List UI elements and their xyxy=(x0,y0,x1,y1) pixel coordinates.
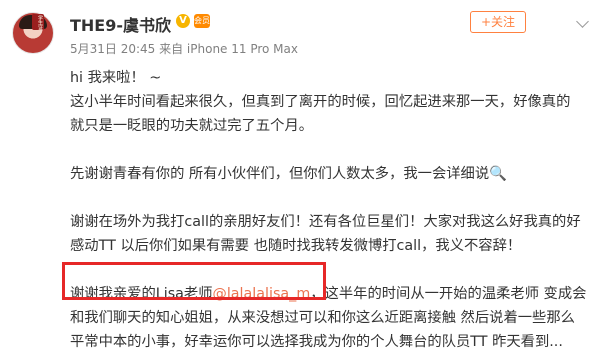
avatar-badge: 学生证 xyxy=(32,14,44,30)
vip-badge-icon: 会员 xyxy=(194,14,210,28)
verified-badge-icon: V xyxy=(176,14,190,28)
content-line-lisa: 谢谢我亲爱的Lisa老师@lalalalisa_m，这半年的时间从一开始的温柔老… xyxy=(70,282,596,306)
content-line: 感动TT 以后你们如果有需要 也随时找我转发微博打call，我义不容辞！ xyxy=(70,238,522,254)
post-content: hi 我来啦！ ~ 这小半年时间看起来很久，但真到了离开的时候，回忆起进来那一天… xyxy=(70,66,596,354)
chevron-down-icon[interactable] xyxy=(576,15,589,28)
content-line: 先谢谢青春有你的 所有小伙伴们，但你们人数太多，我一会详细说🔍 xyxy=(70,166,507,182)
follow-button[interactable]: +关注 xyxy=(470,11,526,33)
content-text: ，这半年的时间从一开始的温柔老师 变成会 xyxy=(310,286,587,302)
post-meta: 5月31日 20:45 来自 iPhone 11 Pro Max xyxy=(70,42,298,56)
content-line: hi 我来啦！ ~ xyxy=(70,70,162,86)
mention-link[interactable]: @lalalalisa_m xyxy=(213,286,311,302)
username[interactable]: THE9-虞书欣 xyxy=(70,12,171,36)
content-line: 谢谢在场外为我打call的亲朋好友们！还有各位巨星们！大家对我这么好我真的好 xyxy=(70,214,581,230)
content-line: 平常中本的小事，好幸运你可以选择我成为你的个人舞台的队员TT 昨天看到... xyxy=(70,334,563,350)
content-text: 谢谢我亲爱的Lisa老师 xyxy=(70,286,213,302)
content-line: 这小半年时间看起来很久，但真到了离开的时候，回忆起进来那一天，好像真的 xyxy=(70,94,571,110)
content-line: 和我们聊天的知心姐姐，从来没想过可以和你这么近距离接触 然后说着一些那么 xyxy=(70,310,575,326)
content-line: 就只是一眨眼的功夫就过完了五个月。 xyxy=(70,118,314,134)
